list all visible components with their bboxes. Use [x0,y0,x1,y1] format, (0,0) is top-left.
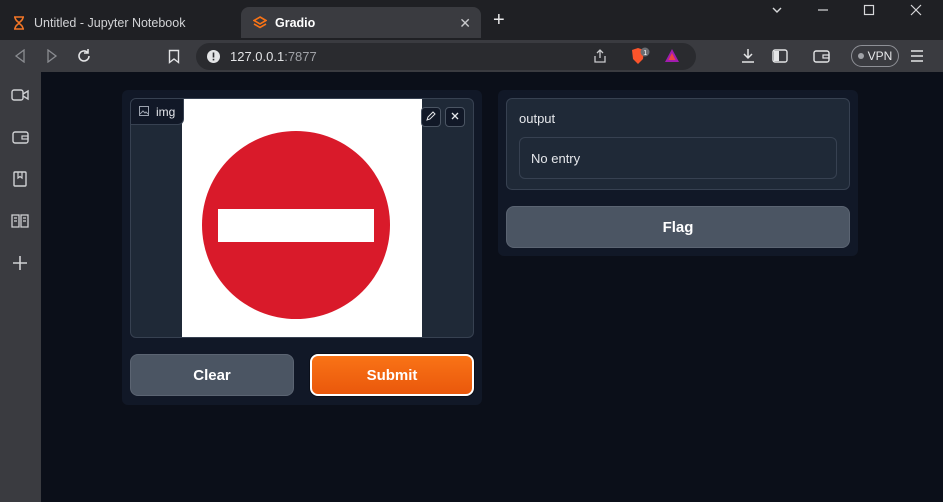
vpn-button[interactable]: VPN [851,45,899,67]
download-icon[interactable] [738,46,758,66]
info-icon[interactable] [206,49,221,69]
vpn-status-icon [857,53,864,59]
reload-icon[interactable] [74,46,94,66]
image-icon [139,105,149,119]
edit-image-button[interactable] [421,107,441,127]
bookmark-icon[interactable] [164,46,184,66]
forward-icon[interactable] [42,46,62,66]
tab-strip: Untitled - Jupyter Notebook Gradio ✕ + [0,0,943,40]
output-label: output [519,111,556,126]
hourglass-icon [12,15,26,30]
output-box: output No entry [506,98,850,190]
new-tab-icon[interactable]: + [493,10,505,30]
tab-gradio[interactable]: Gradio ✕ [241,7,481,38]
close-window-icon[interactable] [910,4,922,19]
back-icon[interactable] [10,46,30,66]
browser-toolbar: 127.0.0.1:7877 1 VPN [0,40,943,72]
svg-text:1: 1 [643,50,647,57]
remove-image-button[interactable] [445,107,465,127]
wallet-icon[interactable] [811,46,831,66]
video-call-icon[interactable] [10,85,30,105]
share-icon[interactable] [592,48,608,69]
close-tab-icon[interactable]: ✕ [459,15,471,32]
browser-sidebar [0,72,41,502]
output-textbox[interactable]: No entry [519,137,837,179]
bookmarks-icon[interactable] [10,169,30,189]
flag-button[interactable]: Flag [506,206,850,248]
no-entry-sign-icon [202,131,390,319]
image-label: img [131,99,185,125]
reading-list-icon[interactable] [10,211,30,231]
brave-rewards-icon[interactable] [664,48,680,69]
wallet-icon[interactable] [10,127,30,147]
tab-jupyter[interactable]: Untitled - Jupyter Notebook [0,7,238,38]
submit-button[interactable]: Submit [310,354,474,396]
minimize-icon[interactable] [817,4,829,19]
clear-button[interactable]: Clear [130,354,294,396]
maximize-icon[interactable] [863,4,875,19]
tab-label: Untitled - Jupyter Notebook [34,15,186,30]
chevron-down-icon[interactable] [771,4,783,19]
image-input[interactable]: img [130,98,474,338]
gradio-logo-icon [253,15,267,30]
address-bar[interactable]: 127.0.0.1:7877 1 [196,43,696,70]
url-text: 127.0.0.1:7877 [230,49,317,64]
pencil-icon [426,108,436,126]
menu-icon[interactable] [907,46,927,66]
tab-label: Gradio [275,15,316,30]
close-icon [450,108,460,126]
add-icon[interactable] [10,253,30,273]
uploaded-image [182,99,422,337]
sidebar-toggle-icon[interactable] [770,46,790,66]
brave-shield-icon[interactable]: 1 [630,47,650,70]
